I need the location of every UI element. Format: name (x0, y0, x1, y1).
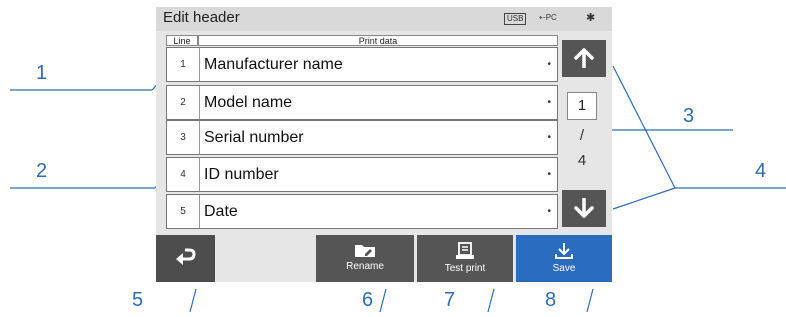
callout-5: 5 (132, 289, 144, 311)
rename-label: Rename (346, 261, 384, 272)
download-save-icon (555, 243, 573, 259)
folder-edit-icon (355, 245, 375, 257)
row-line-number: 3 (167, 121, 200, 154)
page-separator: / (579, 127, 585, 144)
row-print-data: Serial number (204, 129, 304, 146)
scroll-up-button[interactable] (562, 40, 606, 77)
pc-connection-icon: ⇠PC (539, 13, 557, 22)
page-title: Edit header (163, 9, 240, 26)
test-print-button[interactable]: Test print (417, 235, 513, 282)
callout-2: 2 (36, 160, 48, 182)
table-row[interactable]: 3 Serial number • (166, 120, 558, 155)
column-header-print-data: Print data (198, 35, 558, 46)
row-line-number: 1 (167, 48, 200, 81)
column-header-line: Line (166, 35, 198, 46)
row-dropdown-icon: • (547, 59, 551, 70)
callout-4: 4 (755, 160, 767, 182)
row-print-data: Date (204, 203, 238, 220)
row-line-number: 5 (167, 195, 200, 228)
callout-3: 3 (683, 105, 695, 127)
save-label: Save (552, 263, 576, 274)
scroll-down-button[interactable] (562, 190, 606, 227)
arrow-down-icon (574, 197, 594, 218)
row-dropdown-icon: • (547, 132, 551, 143)
callout-1: 1 (36, 62, 48, 84)
table-row[interactable]: 5 Date • (166, 194, 558, 229)
pc-status-label: PC (545, 13, 557, 22)
callout-8: 8 (545, 289, 557, 311)
row-print-data: Model name (204, 94, 293, 111)
table-row[interactable]: 4 ID number • (166, 157, 558, 192)
current-page-field[interactable]: 1 (567, 92, 597, 120)
bluetooth-icon: ✱ (586, 12, 596, 24)
callout-6: 6 (362, 289, 374, 311)
device-screen: Edit header USB ⇠PC ✱ Line Print data 1 … (156, 7, 612, 282)
return-arrow-icon (175, 248, 196, 265)
row-print-data: Manufacturer name (204, 56, 343, 73)
rename-button[interactable]: Rename (316, 235, 414, 282)
save-button[interactable]: Save (516, 235, 612, 282)
arrow-up-icon (574, 48, 594, 69)
row-dropdown-icon: • (547, 206, 551, 217)
total-pages: 4 (577, 152, 587, 169)
table-row[interactable]: 2 Model name • (166, 85, 558, 120)
back-button[interactable] (156, 235, 215, 282)
test-print-label: Test print (444, 263, 486, 274)
callout-7: 7 (444, 289, 456, 311)
title-bar: Edit header USB ⇠PC ✱ (156, 7, 612, 31)
row-line-number: 4 (167, 158, 200, 191)
row-line-number: 2 (167, 86, 200, 119)
row-dropdown-icon: • (547, 97, 551, 108)
row-dropdown-icon: • (547, 169, 551, 180)
usb-status-icon: USB (504, 13, 527, 25)
row-print-data: ID number (204, 166, 279, 183)
printer-icon (456, 242, 474, 259)
table-row[interactable]: 1 Manufacturer name • (166, 47, 558, 82)
